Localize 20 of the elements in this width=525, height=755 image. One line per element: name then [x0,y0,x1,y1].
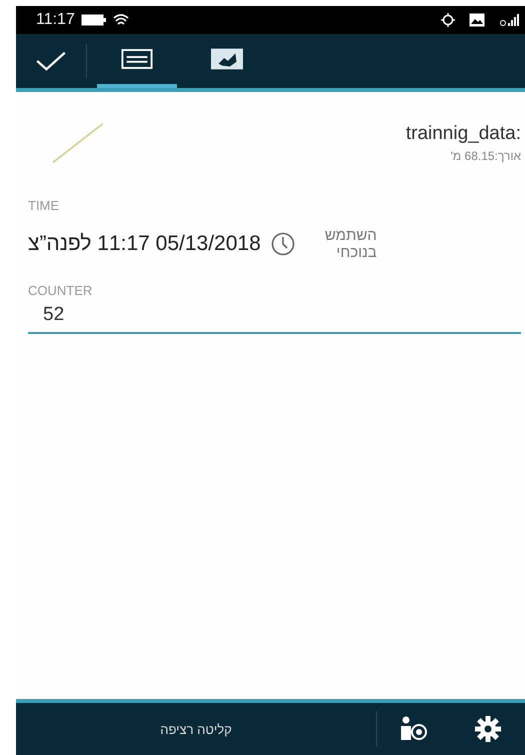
line-geometry-icon [50,120,106,166]
location-icon [441,13,455,27]
map-icon [211,48,243,70]
feature-length: אורך:68.15 מ' [450,149,521,163]
signal-icon [499,13,521,27]
time-value[interactable]: 05/13/2018 11:17 לפנה”צ [28,232,261,256]
person-target-icon [399,716,429,742]
clock-icon [270,232,295,256]
continuous-capture-button[interactable]: קליטה רציפה [16,703,376,755]
field-label: COUNTER [28,283,94,298]
checkmark-icon [35,50,67,72]
image-icon [469,13,485,27]
battery-icon [80,14,107,26]
wifi-icon [112,13,129,27]
feature-name: trainnig_data: [406,123,521,145]
field-label: TIME [28,198,60,213]
status-time: 11:17 [36,11,75,29]
counter-field[interactable]: 52 [28,300,521,334]
use-current-button[interactable]: השתמש בנוכחי [304,227,377,261]
form-icon [121,48,153,70]
